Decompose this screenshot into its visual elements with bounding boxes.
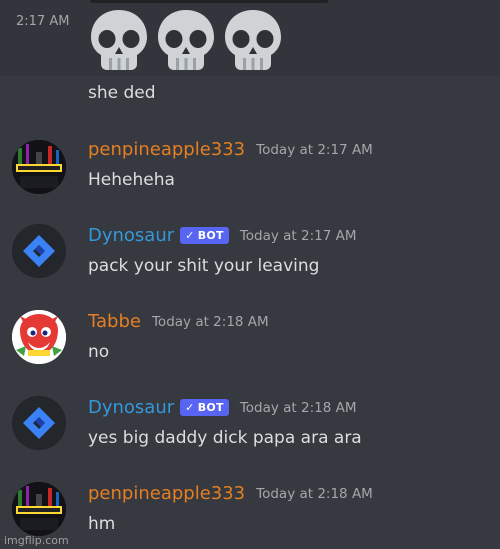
bot-tag: ✓ BOT <box>180 399 229 416</box>
message-text: no <box>88 342 110 362</box>
message-header: Dynosaur ✓ BOT Today at 2:17 AM <box>88 225 357 246</box>
username[interactable]: Dynosaur <box>88 397 174 418</box>
message-timestamp: Today at 2:18 AM <box>239 399 357 416</box>
bot-tag-label: BOT <box>197 401 224 414</box>
dyno-logo-icon <box>12 396 66 450</box>
bot-tag: ✓ BOT <box>180 227 229 244</box>
penpineapple-avatar[interactable] <box>12 482 66 536</box>
verified-check-icon: ✓ <box>185 401 195 414</box>
cartoon-cat-avatar-icon <box>12 310 66 364</box>
message-timestamp: Today at 2:17 AM <box>256 141 373 158</box>
dynosaur-avatar[interactable] <box>12 396 66 450</box>
watermark: imgflip.com <box>4 534 69 547</box>
message-header: Tabbe Today at 2:18 AM <box>88 311 269 332</box>
message-header: Dynosaur ✓ BOT Today at 2:18 AM <box>88 397 357 418</box>
username[interactable]: penpineapple333 <box>88 139 245 160</box>
skull-emoji-icon <box>158 10 214 70</box>
avatar-image-icon <box>12 482 66 536</box>
bot-tag-label: BOT <box>197 229 224 242</box>
username[interactable]: Dynosaur <box>88 225 174 246</box>
message-header: penpineapple333 Today at 2:17 AM <box>88 139 373 160</box>
message-text: Heheheha <box>88 170 175 190</box>
username[interactable]: Tabbe <box>88 311 141 332</box>
message-text: she ded <box>88 83 156 103</box>
dyno-logo-icon <box>12 224 66 278</box>
penpineapple-avatar[interactable] <box>12 140 66 194</box>
chat-area: 2:17 AM she ded penpineapple333 Today at… <box>0 0 500 549</box>
message-text: yes big daddy dick papa ara ara <box>88 428 362 448</box>
avatar-image-icon <box>12 140 66 194</box>
message-header: penpineapple333 Today at 2:18 AM <box>88 483 373 504</box>
dynosaur-avatar[interactable] <box>12 224 66 278</box>
skull-emoji-icon <box>225 10 281 70</box>
skull-emoji-icon <box>91 10 147 70</box>
username[interactable]: penpineapple333 <box>88 483 245 504</box>
message-timestamp: 2:17 AM <box>16 14 70 29</box>
message-timestamp: Today at 2:18 AM <box>151 313 269 330</box>
message-timestamp: Today at 2:17 AM <box>239 227 357 244</box>
verified-check-icon: ✓ <box>185 229 195 242</box>
message-text: pack your shit your leaving <box>88 256 320 276</box>
emoji-row <box>88 8 284 72</box>
message-top-edge <box>90 0 328 3</box>
tabbe-avatar[interactable] <box>12 310 66 364</box>
message-text: hm <box>88 514 116 534</box>
message-timestamp: Today at 2:18 AM <box>256 485 373 502</box>
